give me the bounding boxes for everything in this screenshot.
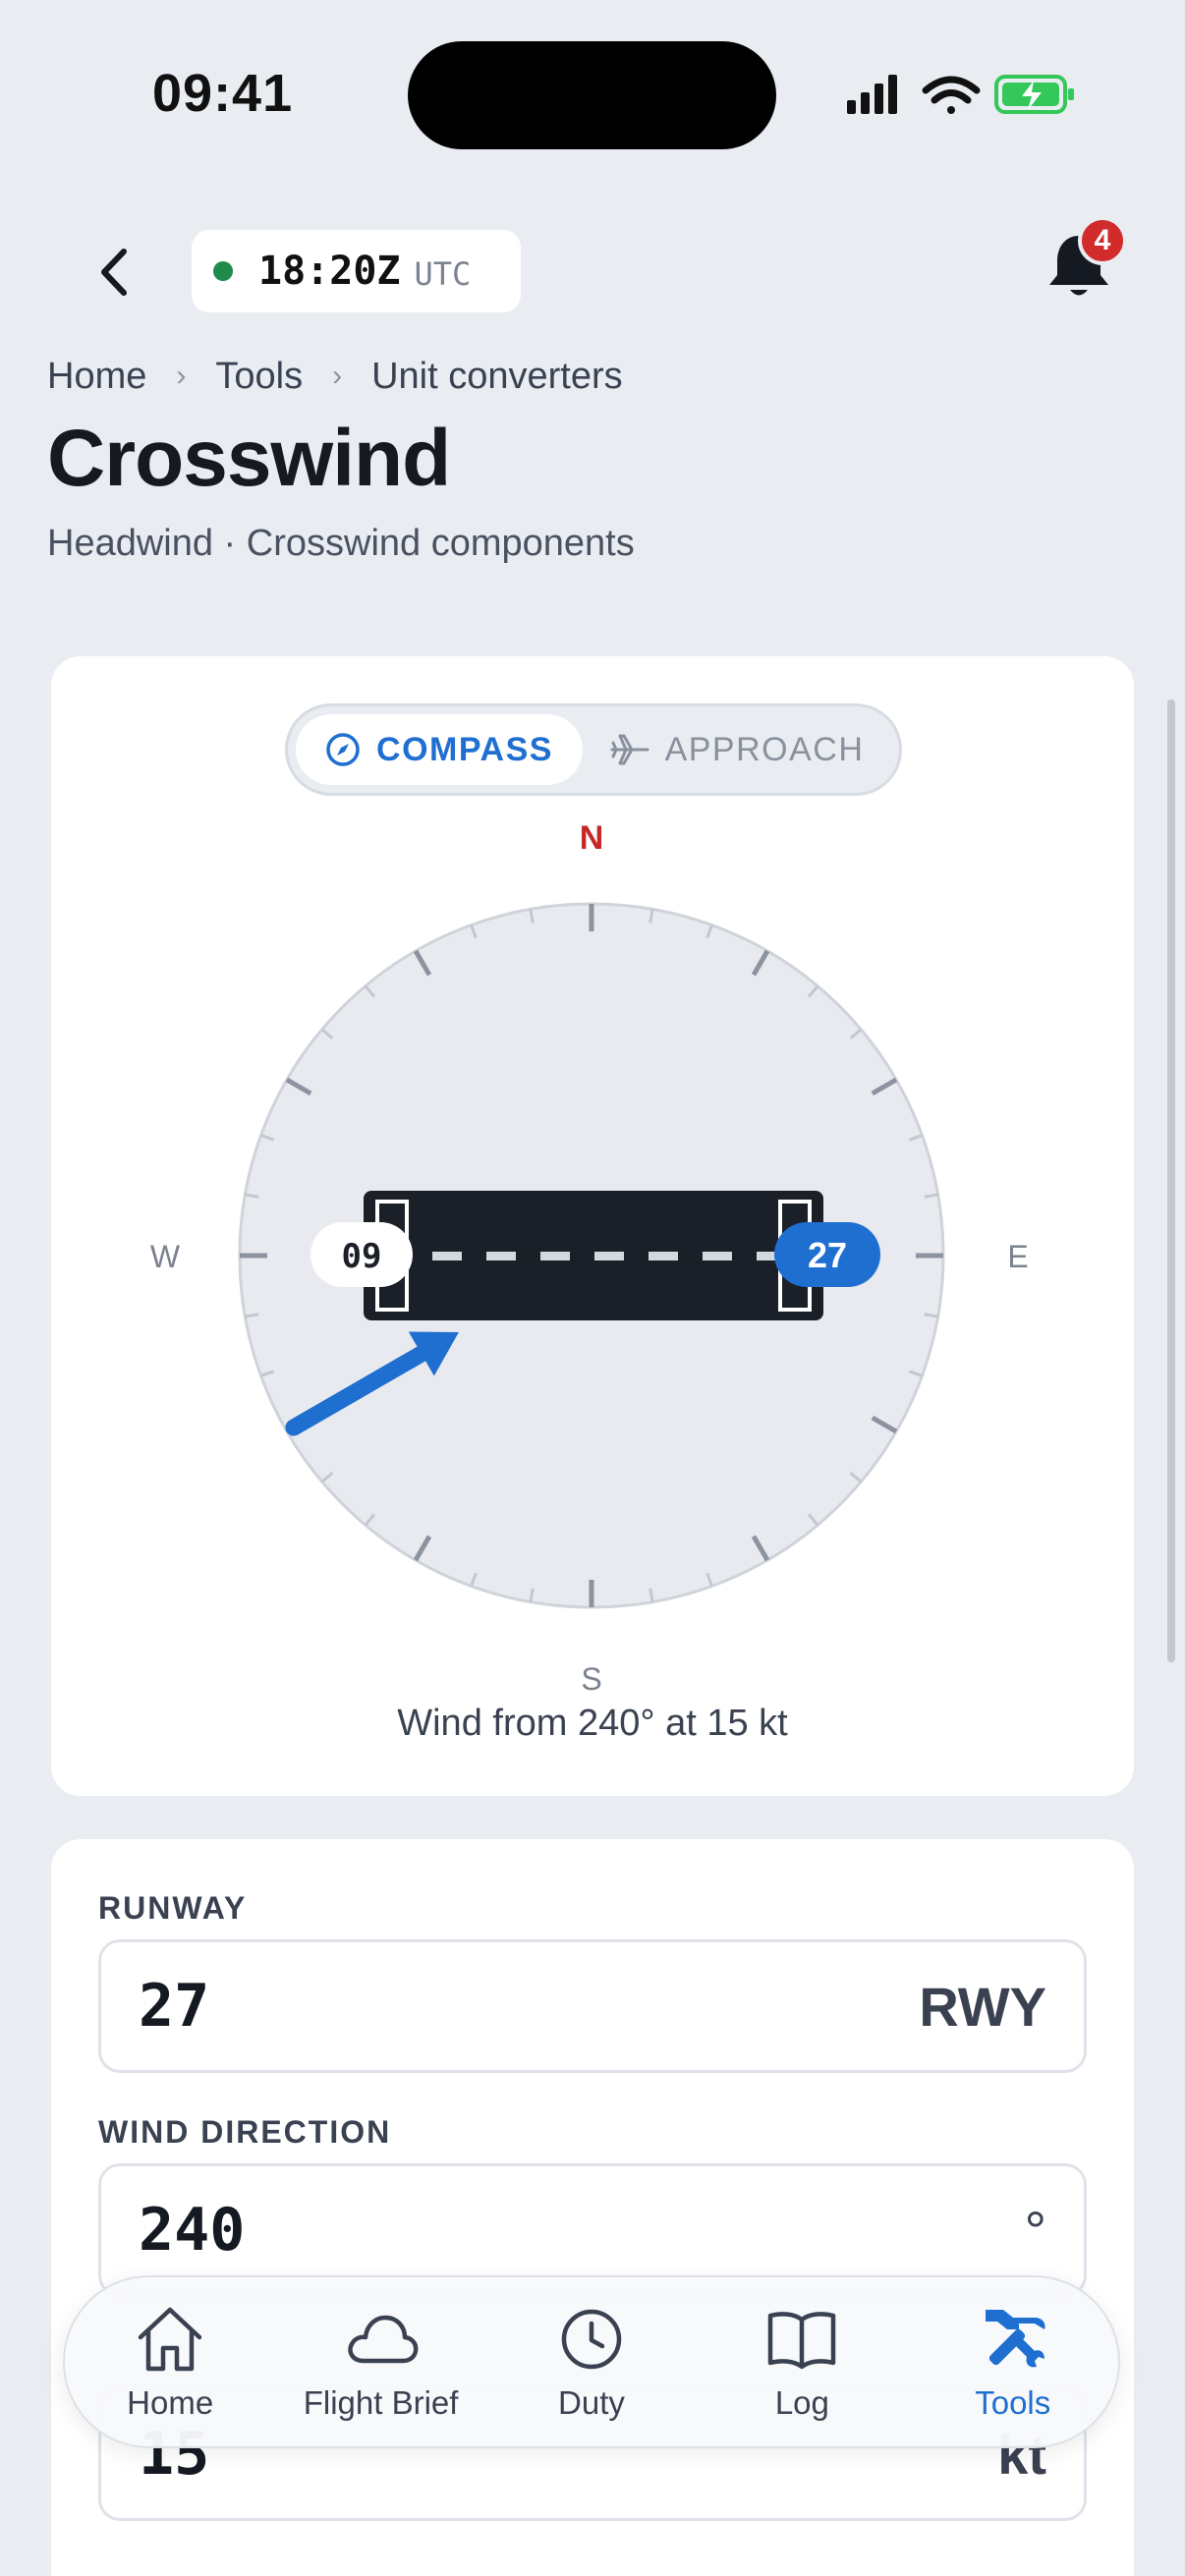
runway-end-09[interactable]: 09 (310, 1222, 413, 1287)
signal-icon (847, 75, 897, 114)
battery-icon (994, 75, 1074, 114)
breadcrumb: Home › Tools › Unit converters (47, 352, 623, 401)
tab-flight-brief-label: Flight Brief (303, 2384, 459, 2421)
utc-clock[interactable]: 18:20Z UTC (192, 230, 521, 312)
compass-icon (325, 732, 361, 767)
notification-badge: 4 (1078, 216, 1127, 265)
back-button[interactable] (79, 228, 147, 316)
wind-direction-label: WIND DIRECTION (98, 2114, 392, 2150)
runway-end-27[interactable]: 27 (774, 1222, 880, 1287)
east-label: E (1007, 1239, 1028, 1274)
runway-end-09-label: 09 (342, 1237, 382, 1276)
tab-log-label: Log (774, 2384, 829, 2421)
live-indicator (213, 261, 233, 281)
page-subtitle: Headwind · Crosswind components (47, 523, 635, 564)
view-mode-toggle: COMPASS APPROACH (285, 703, 902, 796)
cloud-icon (347, 2315, 418, 2364)
tab-flight-brief[interactable]: Flight Brief (283, 2302, 480, 2422)
wind-direction-unit: ° (1024, 2199, 1046, 2262)
tab-duty-label: Duty (558, 2384, 625, 2421)
compass-mode-button[interactable]: COMPASS (296, 714, 583, 785)
tools-icon (985, 2310, 1045, 2368)
runway (364, 1191, 823, 1320)
west-label: W (150, 1239, 181, 1274)
runway-unit: RWY (919, 1975, 1046, 2038)
inputs-card: RUNWAY 27 RWY WIND DIRECTION 240 ° 15 kt (51, 1839, 1134, 2576)
status-time: 09:41 (152, 64, 294, 123)
page-title: Crosswind (47, 414, 451, 503)
tab-bar: Home Flight Brief Duty Log Tools (63, 2275, 1120, 2448)
north-label: N (580, 819, 604, 857)
breadcrumb-home[interactable]: Home (47, 356, 146, 398)
clock-icon (561, 2309, 622, 2370)
chevron-right-icon: › (176, 360, 187, 392)
chevron-right-icon: › (332, 360, 343, 392)
dynamic-island (408, 41, 776, 149)
tab-tools-label: Tools (975, 2384, 1051, 2421)
tab-home[interactable]: Home (72, 2302, 268, 2422)
wifi-icon (922, 76, 981, 114)
tab-duty[interactable]: Duty (493, 2302, 690, 2422)
tab-tools[interactable]: Tools (915, 2302, 1111, 2422)
tab-log[interactable]: Log (704, 2302, 900, 2422)
utc-label: UTC (414, 255, 472, 293)
wind-caption: Wind from 240° at 15 kt (397, 1703, 788, 1744)
approach-mode-label: APPROACH (664, 730, 865, 768)
compass-mode-label: COMPASS (376, 730, 553, 768)
tab-home-label: Home (127, 2384, 214, 2421)
home-icon (138, 2307, 202, 2372)
scrollbar[interactable] (1167, 700, 1175, 1662)
status-icons (847, 75, 1074, 114)
runway-value: 27 (139, 1972, 210, 2041)
book-icon (768, 2312, 836, 2370)
breadcrumb-unit-converters[interactable]: Unit converters (371, 356, 623, 398)
utc-time: 18:20Z (258, 249, 401, 294)
chevron-left-icon (101, 249, 127, 296)
breadcrumb-tools[interactable]: Tools (215, 356, 303, 398)
south-label: S (581, 1661, 601, 1697)
runway-label: RUNWAY (98, 1890, 248, 1926)
runway-end-27-label: 27 (808, 1235, 847, 1275)
plane-icon (610, 732, 649, 767)
compass-card: COMPASS APPROACH N S W E 09 27 Wind from… (51, 656, 1134, 1796)
wind-direction-value: 240 (139, 2196, 246, 2265)
wind-compass: N S W E 09 27 (150, 819, 1029, 1697)
approach-mode-button[interactable]: APPROACH (583, 714, 891, 785)
runway-input[interactable]: 27 RWY (98, 1939, 1087, 2073)
